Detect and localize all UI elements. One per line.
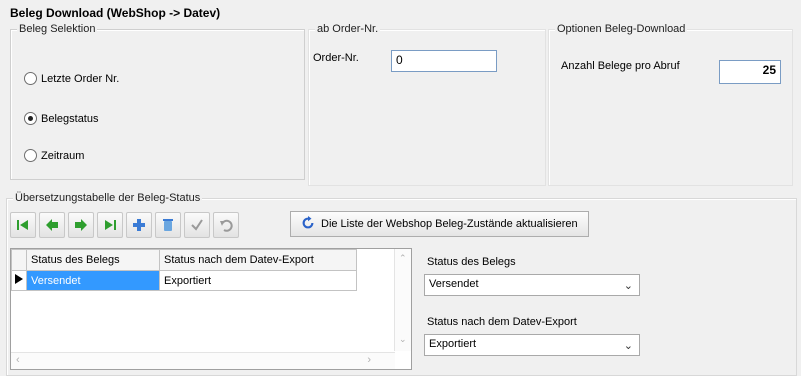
add-icon[interactable] [126,212,152,238]
select-value: Exportiert [429,338,477,350]
radio-dot-selected [24,112,37,125]
select-value: Versendet [429,278,479,290]
refresh-list-button[interactable]: Die Liste der Webshop Beleg-Zustände akt… [290,211,589,237]
status-table: Status des Belegs Status nach dem Datev-… [11,249,357,291]
order-nr-input[interactable]: 0 [391,50,497,72]
group-title: ab Order-Nr. [315,23,381,35]
radio-dot [24,72,37,85]
window-title: Beleg Download (WebShop -> Datev) [10,6,221,20]
status-des-belegs-select[interactable]: Versendet ⌄ [424,274,640,296]
scroll-left-icon[interactable]: ‹ [16,354,20,366]
table-cell[interactable]: Exportiert [159,270,357,291]
delete-icon[interactable] [155,212,181,238]
radio-letzte-order[interactable]: Letzte Order Nr. [24,72,119,85]
table-header-row: Status des Belegs Status nach dem Datev-… [11,249,357,271]
radio-dot [24,149,37,162]
undo-icon[interactable] [213,212,239,238]
navigator-toolbar [10,210,239,240]
order-group: ab Order-Nr. Order-Nr. 0 [308,23,546,186]
anzahl-input[interactable]: 25 [719,60,781,84]
last-icon[interactable] [97,212,123,238]
next-icon[interactable] [68,212,94,238]
status-export-select[interactable]: Exportiert ⌄ [424,334,640,356]
group-title: Übersetzungstabelle der Beleg-Status [13,192,203,204]
radio-belegstatus[interactable]: Belegstatus [24,112,98,125]
group-title: Optionen Beleg-Download [555,23,688,35]
order-nr-label: Order-Nr. [313,52,359,64]
radio-label: Belegstatus [41,112,99,125]
refresh-label: Die Liste der Webshop Beleg-Zustände akt… [321,218,578,230]
table-cell[interactable]: Versendet [26,270,160,291]
column-header[interactable]: Status des Belegs [26,249,160,271]
column-header[interactable]: Status nach dem Datev-Export [159,249,357,271]
chevron-down-icon: ⌄ [623,280,633,292]
vertical-scrollbar[interactable]: ⌃ ⌄ [394,249,411,351]
status-export-label: Status nach dem Datev-Export [427,316,577,328]
table-row[interactable]: Versendet Exportiert [11,270,357,291]
refresh-icon [301,215,315,233]
prev-icon[interactable] [39,212,65,238]
chevron-down-icon: ⌄ [623,340,633,352]
horizontal-scrollbar[interactable]: ‹ › [11,352,395,369]
status-des-belegs-label: Status des Belegs [427,256,516,268]
group-title: Beleg Selektion [17,23,98,35]
check-icon[interactable] [184,212,210,238]
scroll-down-icon[interactable]: ⌄ [399,334,407,345]
scroll-up-icon[interactable]: ⌃ [399,253,407,264]
row-indicator-icon [11,270,27,291]
anzahl-label: Anzahl Belege pro Abruf [561,60,680,72]
optionen-group: Optionen Beleg-Download Anzahl Belege pr… [548,23,793,186]
first-icon[interactable] [10,212,36,238]
radio-label: Letzte Order Nr. [41,72,120,85]
beleg-selektion-group: Beleg Selektion Letzte Order Nr. Belegst… [10,23,305,180]
indicator-header [11,249,27,271]
status-grid[interactable]: Status des Belegs Status nach dem Datev-… [10,248,412,370]
radio-label: Zeitraum [41,149,85,162]
scroll-right-icon[interactable]: › [367,354,371,366]
radio-zeitraum[interactable]: Zeitraum [24,149,84,162]
